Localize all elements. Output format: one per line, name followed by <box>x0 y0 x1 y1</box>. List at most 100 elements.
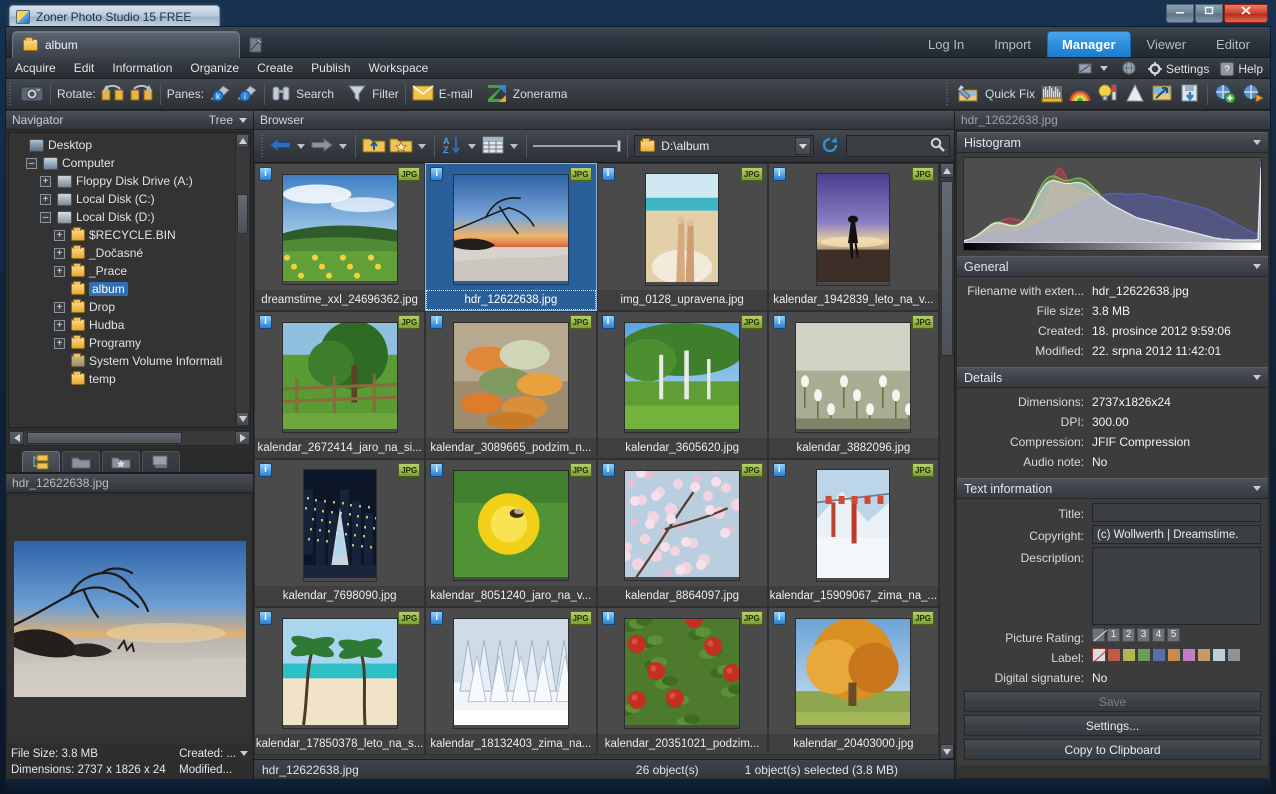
thumbnail-item[interactable]: iJPG kalendar_15909067_zima_na_... <box>768 459 939 607</box>
expand-icon[interactable]: + <box>40 194 51 205</box>
expand-icon[interactable]: + <box>54 266 65 277</box>
scroll-thumb-horizontal[interactable] <box>27 432 182 444</box>
path-dropdown-button[interactable] <box>795 137 811 155</box>
save-as-icon[interactable] <box>1179 83 1201 106</box>
scroll-thumb[interactable] <box>237 194 248 234</box>
minimize-button[interactable] <box>1166 4 1194 23</box>
forward-arrow-icon[interactable] <box>310 136 334 157</box>
thumbnail-item[interactable]: iJPG kalendar_3605620.jpg <box>597 311 768 459</box>
navigator-mode-label[interactable]: Tree <box>209 113 233 127</box>
scroll-down-button[interactable] <box>236 412 249 426</box>
info-badge-icon[interactable]: i <box>259 611 272 625</box>
thumbnail-item[interactable]: iJPG img_0128_upravena.jpg <box>597 163 768 311</box>
quick-fix-label[interactable]: Quick Fix <box>985 87 1035 101</box>
tree-item-system-volume-informati[interactable]: System Volume Informati <box>12 352 250 370</box>
preview-image[interactable] <box>8 495 251 743</box>
info-badge-icon[interactable]: i <box>430 167 443 181</box>
chevron-down-icon[interactable] <box>1253 486 1261 491</box>
description-field[interactable] <box>1092 547 1261 625</box>
envelope-icon[interactable] <box>412 84 434 105</box>
navigator-tab-folders[interactable] <box>62 451 100 472</box>
copy-to-clipboard-button[interactable]: Copy to Clipboard <box>964 739 1261 760</box>
toolbar-right-grip[interactable] <box>946 83 951 105</box>
email-label[interactable]: E-mail <box>439 87 473 101</box>
mode-import[interactable]: Import <box>980 31 1045 57</box>
camera-icon[interactable] <box>20 83 44 106</box>
menu-workspace[interactable]: Workspace <box>360 58 438 78</box>
chevron-down-icon[interactable] <box>1253 264 1261 269</box>
info-badge-icon[interactable]: i <box>259 167 272 181</box>
forward-dropdown-caret-icon[interactable] <box>339 144 347 149</box>
menu-organize[interactable]: Organize <box>181 58 248 78</box>
scroll-up-button[interactable] <box>940 163 954 178</box>
view-mode-icon[interactable] <box>481 135 505 158</box>
thumbnail-item[interactable]: iJPG kalendar_1942839_leto_na_v... <box>768 163 939 311</box>
rating-star-1[interactable]: 1 <box>1107 628 1120 642</box>
navigator-tab-recent[interactable] <box>142 451 180 472</box>
funnel-icon[interactable] <box>347 83 367 106</box>
thumbnail-item[interactable]: iJPG kalendar_7698090.jpg <box>254 459 425 607</box>
label-color-swatch-3[interactable] <box>1137 648 1151 662</box>
chevron-down-icon[interactable] <box>1253 375 1261 380</box>
tree-item-temp[interactable]: temp <box>12 370 250 388</box>
lightbulb-exposure-icon[interactable] <box>1097 83 1119 106</box>
globe-button[interactable] <box>1118 61 1140 76</box>
sort-az-icon[interactable]: AZ <box>441 135 463 158</box>
expand-icon[interactable]: + <box>40 176 51 187</box>
tree-vertical-scrollbar[interactable] <box>235 134 249 426</box>
tree-item-desktop[interactable]: Desktop <box>12 136 250 154</box>
tree-item-recycle-bin[interactable]: +$RECYCLE.BIN <box>12 226 250 244</box>
label-color-swatch-7[interactable] <box>1197 648 1211 662</box>
info-badge-icon[interactable]: i <box>259 315 272 329</box>
expand-icon[interactable]: + <box>54 248 65 259</box>
tree-item-album[interactable]: album <box>12 280 250 298</box>
section-header-general[interactable]: General <box>957 256 1268 277</box>
settings-button[interactable]: Settings <box>1145 62 1212 76</box>
info-badge-icon[interactable]: i <box>602 315 615 329</box>
sharpen-triangle-icon[interactable] <box>1125 83 1145 106</box>
label-none-swatch[interactable] <box>1092 648 1106 662</box>
binoculars-icon[interactable] <box>271 83 291 106</box>
folder-tree[interactable]: Desktop–Computer+Floppy Disk Drive (A:)+… <box>8 132 251 428</box>
browser-toolbar-grip[interactable] <box>261 135 265 157</box>
folders-dropdown-caret-icon[interactable] <box>418 144 426 149</box>
thumbnail-item[interactable]: iJPG dreamstime_xxl_24696362.jpg <box>254 163 425 311</box>
menu-create[interactable]: Create <box>248 58 302 78</box>
info-badge-icon[interactable]: i <box>773 611 786 625</box>
collapse-icon[interactable]: – <box>40 212 51 223</box>
label-color-swatch-2[interactable] <box>1122 648 1136 662</box>
quick-fix-icon[interactable] <box>957 83 979 106</box>
rating-star-2[interactable]: 2 <box>1122 628 1135 642</box>
thumbnail-size-slider[interactable] <box>533 138 621 154</box>
search-magnifier-icon[interactable] <box>930 137 945 155</box>
tree-horizontal-scrollbar[interactable] <box>8 430 251 446</box>
label-color-swatch-6[interactable] <box>1182 648 1196 662</box>
close-button[interactable] <box>1224 4 1268 23</box>
tree-item-hudba[interactable]: +Hudba <box>12 316 250 334</box>
tree-item-local-disk-d[interactable]: –Local Disk (D:) <box>12 208 250 226</box>
maximize-button[interactable] <box>1195 4 1223 23</box>
label-color-swatch-4[interactable] <box>1152 648 1166 662</box>
info-badge-icon[interactable]: i <box>430 315 443 329</box>
label-color-swatch-1[interactable] <box>1107 648 1121 662</box>
picture-rating-control[interactable]: 12345 <box>1092 628 1261 642</box>
label-color-swatch-9[interactable] <box>1227 648 1241 662</box>
thumbnail-item[interactable]: iJPG kalendar_2672414_jaro_na_si... <box>254 311 425 459</box>
chevron-down-icon[interactable] <box>239 118 247 123</box>
tree-item-programy[interactable]: +Programy <box>12 334 250 352</box>
thumbnail-item[interactable]: iJPG hdr_12622638.jpg <box>425 163 596 311</box>
rainbow-color-icon[interactable] <box>1069 83 1091 106</box>
expand-icon[interactable]: + <box>54 320 65 331</box>
collapse-icon[interactable]: – <box>26 158 37 169</box>
section-header-details[interactable]: Details <box>957 367 1268 388</box>
thumbnail-item[interactable]: iJPG kalendar_8051240_jaro_na_v... <box>425 459 596 607</box>
settings-button[interactable]: Settings... <box>964 715 1261 736</box>
tree-item-drop[interactable]: +Drop <box>12 298 250 316</box>
info-badge-icon[interactable]: i <box>602 611 615 625</box>
rating-star-3[interactable]: 3 <box>1137 628 1150 642</box>
info-badge-icon[interactable]: i <box>430 611 443 625</box>
toolbar-grip[interactable] <box>9 83 14 105</box>
title-field[interactable] <box>1092 503 1261 522</box>
info-badge-icon[interactable]: i <box>773 463 786 477</box>
info-badge-icon[interactable]: i <box>773 167 786 181</box>
